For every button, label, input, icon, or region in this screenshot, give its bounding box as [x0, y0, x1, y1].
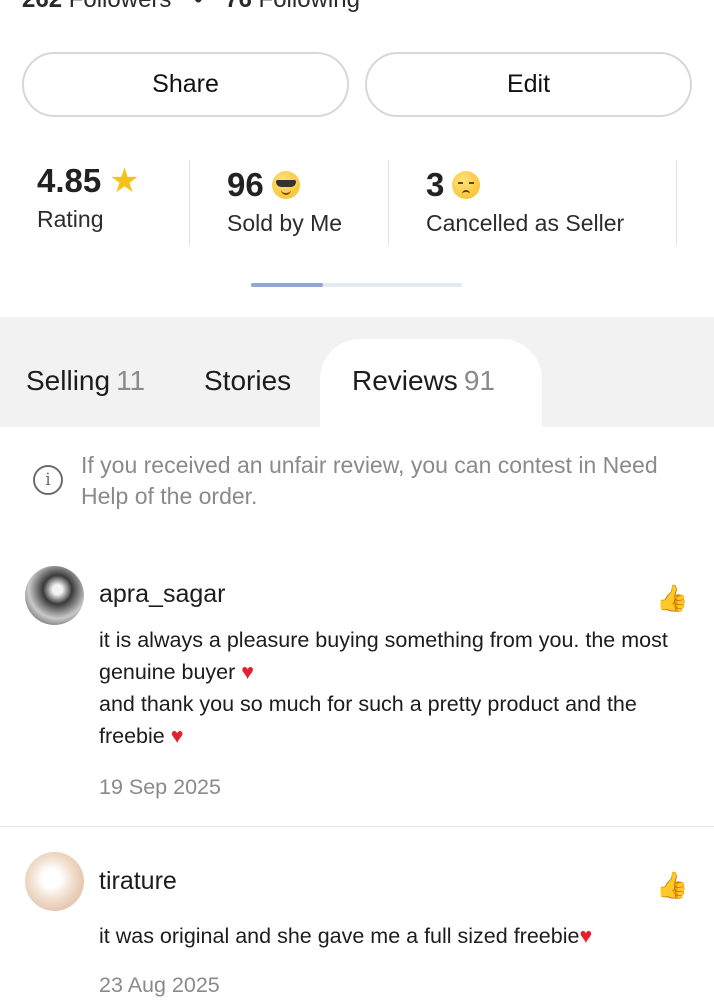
tab-stories[interactable]: Stories: [204, 365, 291, 397]
stat-divider: [388, 160, 389, 246]
tab-count: 91: [463, 365, 495, 396]
tab-count: 11: [116, 365, 146, 396]
stat-cancelled[interactable]: 3 Cancelled as Seller: [426, 164, 624, 252]
review-date: 23 Aug 2025: [99, 973, 220, 997]
avatar[interactable]: [25, 566, 84, 625]
review-username[interactable]: tirature: [99, 867, 177, 896]
tab-label: Reviews: [352, 365, 458, 396]
info-icon: i: [33, 465, 63, 495]
tab-reviews[interactable]: Reviews 91: [352, 365, 495, 397]
share-button[interactable]: Share: [22, 52, 349, 117]
cancelled-label: Cancelled as Seller: [426, 210, 625, 236]
review-username[interactable]: apra_sagar: [99, 580, 225, 609]
followers-following-line[interactable]: 262 Followers • 76 Following: [22, 0, 360, 14]
stats-scroll-indicator: [251, 283, 462, 287]
edit-button[interactable]: Edit: [365, 52, 692, 117]
tab-label: Stories: [204, 365, 292, 396]
profile-tabs: Selling 11 Stories Reviews 91: [0, 317, 714, 427]
heart-icon: ♥: [241, 660, 255, 684]
review-divider: [0, 826, 714, 827]
review-text: it was original and she gave me a full s…: [99, 920, 699, 952]
review-date: 19 Sep 2025: [99, 775, 221, 799]
heart-icon: ♥: [170, 724, 184, 748]
review-text-line: it was original and she gave me a full s…: [99, 924, 580, 948]
star-icon: ★: [109, 162, 140, 200]
review-text-line: it is always a pleasure buying something…: [99, 628, 668, 684]
tab-selling[interactable]: Selling 11: [26, 365, 145, 397]
stat-rating[interactable]: 4.85 ★ Rating: [37, 160, 140, 248]
cancelled-value: 3: [426, 166, 445, 203]
sold-value: 96: [227, 166, 264, 203]
sold-label: Sold by Me: [227, 210, 343, 236]
stat-divider: [676, 160, 677, 246]
following-label: Following: [259, 0, 360, 13]
followers-count: 262: [22, 0, 62, 13]
rating-label: Rating: [37, 206, 104, 232]
tab-label: Selling: [26, 365, 111, 396]
review-text: it is always a pleasure buying something…: [99, 624, 699, 752]
avatar[interactable]: [25, 852, 84, 911]
info-text: If you received an unfair review, you ca…: [81, 452, 658, 509]
stat-divider: [189, 160, 190, 246]
followers-label: Followers: [69, 0, 172, 13]
following-count: 76: [225, 0, 252, 13]
heart-icon: ♥: [579, 924, 593, 948]
stats-scroll-thumb: [251, 283, 323, 287]
sunglasses-face-icon: [271, 171, 300, 199]
pensive-face-icon: [452, 171, 481, 199]
separator-dot: •: [194, 0, 202, 13]
thumbs-up-icon: 👍: [656, 870, 689, 900]
rating-value: 4.85: [37, 162, 102, 199]
thumbs-up-icon: 👍: [656, 583, 689, 613]
stat-sold[interactable]: 96 Sold by Me: [227, 164, 342, 252]
contest-review-info: i If you received an unfair review, you …: [33, 450, 683, 512]
